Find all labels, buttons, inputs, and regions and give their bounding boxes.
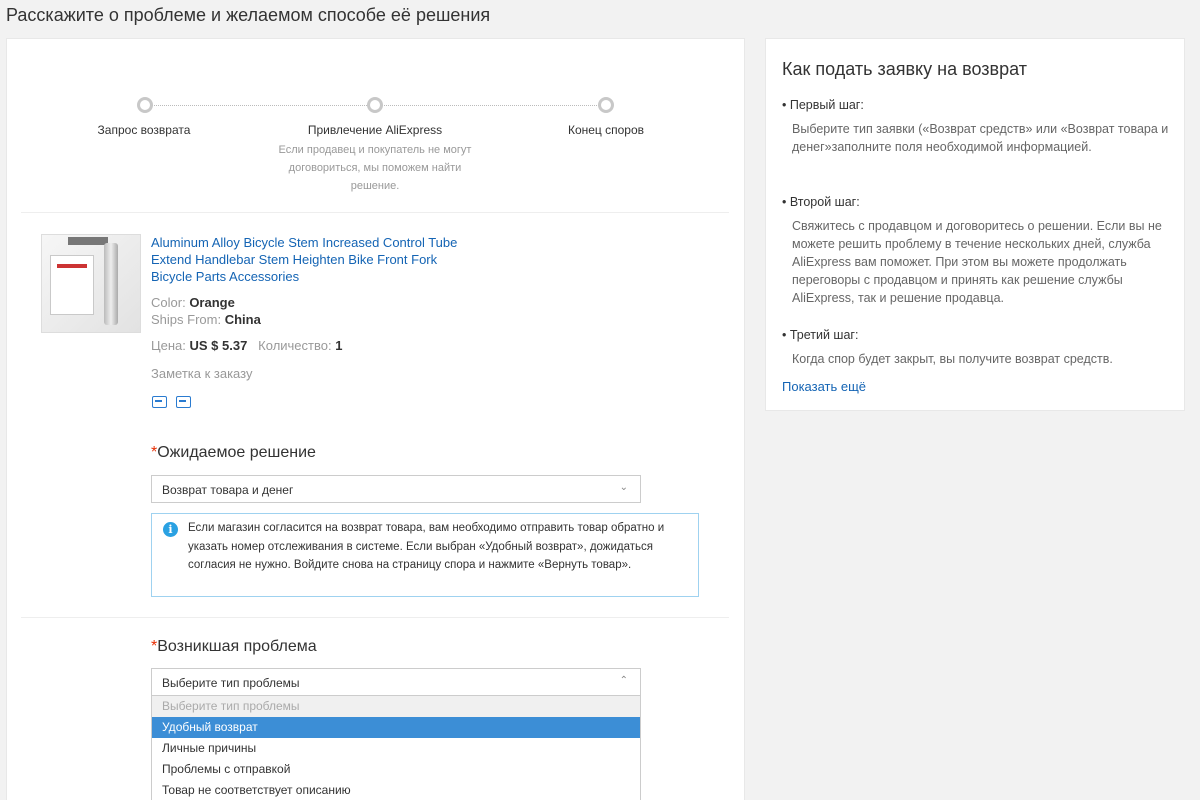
product-ships-from: Ships From: China: [151, 312, 261, 327]
dropdown-option: Выберите тип проблемы: [152, 696, 640, 717]
help-step-text: Свяжитесь с продавцом и договоритесь о р…: [792, 219, 1162, 305]
problem-select[interactable]: Выберите тип проблемы ⌃: [151, 668, 641, 696]
product-title-link[interactable]: Aluminum Alloy Bicycle Stem Increased Co…: [151, 234, 481, 285]
step-label-end: Конец споров: [567, 123, 645, 137]
dropdown-option[interactable]: Личные причины: [152, 738, 640, 759]
product-color: Color: Orange: [151, 295, 235, 310]
chevron-up-icon: ⌃: [619, 675, 628, 686]
order-note-link[interactable]: Заметка к заказу: [151, 366, 252, 381]
divider: [21, 212, 729, 213]
solution-title: *Ожидаемое решение: [151, 444, 316, 461]
product-price: Цена: US $ 5.37 Количество: 1: [151, 338, 343, 353]
dropdown-option[interactable]: Проблемы с отправкой: [152, 759, 640, 780]
step-desc-aliexpress: Если продавец и покупатель не могут дого…: [278, 144, 472, 192]
help-step-label: • Третий шаг:: [782, 328, 859, 342]
chevron-down-icon: ⌄: [619, 482, 628, 493]
divider: [21, 617, 729, 618]
problem-dropdown: Выберите тип проблемы Удобный возврат Ли…: [151, 695, 641, 800]
help-step-label: • Второй шаг:: [782, 195, 860, 209]
shipping-icon[interactable]: [152, 396, 167, 408]
step-label-request: Запрос возврата: [97, 123, 191, 137]
dropdown-option[interactable]: Удобный возврат: [152, 717, 640, 738]
dispute-form-panel: Запрос возврата Привлечение AliExpress К…: [6, 38, 745, 800]
progress-dot-1: [137, 97, 153, 113]
help-step-text: Выберите тип заявки («Возврат средств» и…: [792, 122, 1169, 154]
help-title: Как подать заявку на возврат: [782, 59, 1027, 79]
progress-dot-3: [598, 97, 614, 113]
dropdown-option[interactable]: Товар не соответствует описанию: [152, 780, 640, 800]
page-title: Расскажите о проблеме и желаемом способе…: [6, 5, 491, 25]
return-info-notice: i Если магазин согласится на возврат тов…: [151, 513, 699, 597]
help-step-label: • Первый шаг:: [782, 98, 864, 112]
order-card-icon[interactable]: [176, 396, 191, 408]
help-step-text: Когда спор будет закрыт, вы получите воз…: [792, 352, 1113, 366]
product-image[interactable]: [41, 234, 141, 333]
show-more-link[interactable]: Показать ещё: [782, 379, 866, 394]
progress-dot-2: [367, 97, 383, 113]
step-label-aliexpress: Привлечение AliExpress: [307, 123, 443, 137]
solution-select[interactable]: Возврат товара и денег ⌄: [151, 475, 641, 503]
info-icon: i: [163, 522, 178, 537]
help-panel: Как подать заявку на возврат • Первый ша…: [765, 38, 1185, 411]
problem-title: *Возникшая проблема: [151, 638, 317, 655]
